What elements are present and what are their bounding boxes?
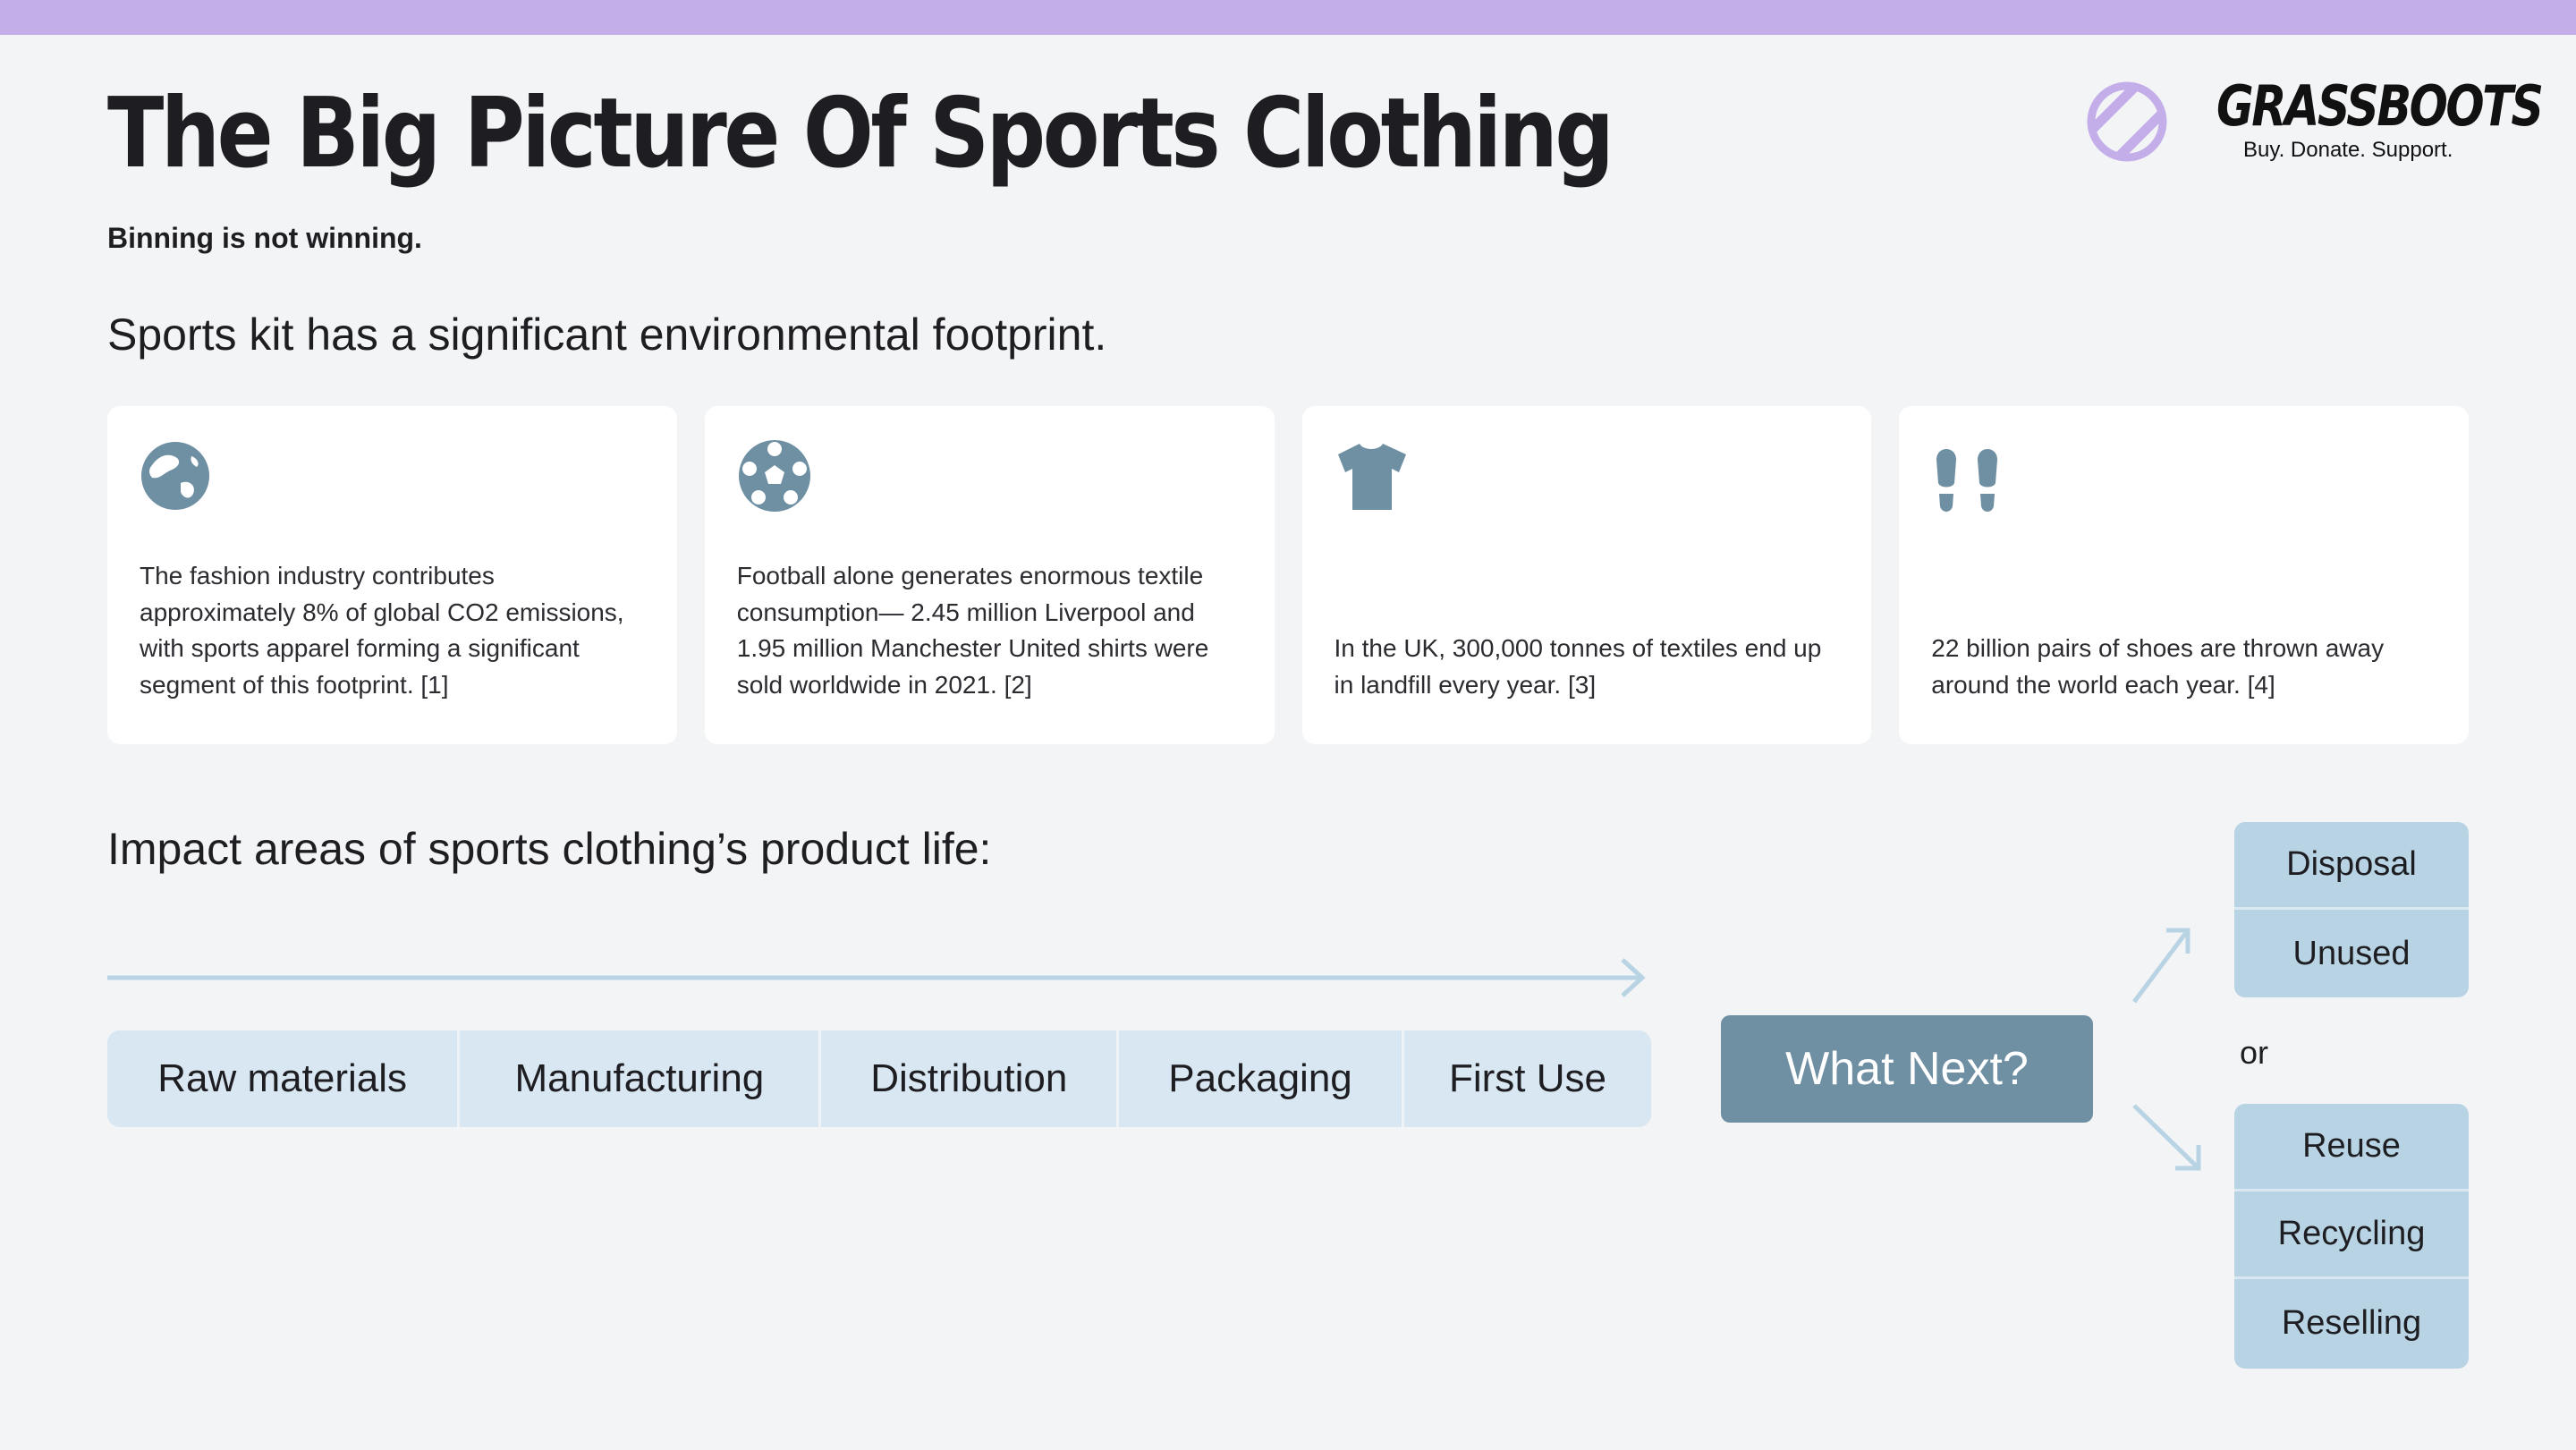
end-of-life-options: Disposal Unused [2234,822,2469,997]
fact-card-co2: The fashion industry contributes approxi… [107,406,677,744]
option-disposal: Disposal [2234,822,2469,910]
footprints-icon [1936,449,1998,512]
option-reselling: Reselling [2281,1303,2422,1342]
stage-raw-materials: Raw materials [107,1030,461,1127]
tshirt-icon [1337,444,1406,510]
fact-card-text: 22 billion pairs of shoes are thrown awa… [1931,634,2385,699]
fact-card-shoes: 22 billion pairs of shoes are thrown awa… [1899,406,2469,744]
stage-first-use: First Use [1403,1030,1651,1127]
striped-circle-icon [2087,81,2167,162]
fact-card-text: Football alone generates enormous textil… [736,562,1209,699]
football-icon [738,440,810,512]
stage-packaging: Packaging [1119,1030,1404,1127]
option-reuse: Reuse [2234,1104,2469,1191]
top-accent-bar [0,0,2576,35]
brand-tagline: Buy. Donate. Support. [2243,138,2453,162]
fact-card-text: The fashion industry contributes approxi… [140,562,624,699]
option-unused: Unused [2292,934,2411,972]
fact-cards: The fashion industry contributes approxi… [107,406,2469,744]
lifecycle-stages: Raw materials Manufacturing Distribution… [107,1030,1651,1127]
brand-name: GRASSBOOTS [2216,73,2544,139]
fact-card-football: Football alone generates enormous textil… [704,406,1275,744]
fact-card-text: In the UK, 300,000 tonnes of textiles en… [1334,634,1822,699]
stage-manufacturing: Manufacturing [460,1030,822,1127]
lifecycle-heading: Impact areas of sports clothing’s produc… [107,824,992,874]
page-title: The Big Picture Of Sports Clothing [107,78,1614,190]
fact-card-landfill: In the UK, 300,000 tonnes of textiles en… [1301,406,1872,744]
or-label: or [2240,1034,2269,1071]
branch-arrows [2132,928,2201,1171]
what-next-button[interactable]: What Next? [1721,1015,2093,1123]
circular-options: Reuse Recycling Reselling [2234,1104,2469,1369]
footprint-heading: Sports kit has a significant environment… [107,310,1107,360]
stage-distribution: Distribution [821,1030,1120,1127]
globe-icon [141,442,209,510]
page-subtitle: Binning is not winning. [107,222,422,254]
timeline-arrow [107,958,1646,997]
option-recycling: Recycling [2234,1191,2469,1279]
